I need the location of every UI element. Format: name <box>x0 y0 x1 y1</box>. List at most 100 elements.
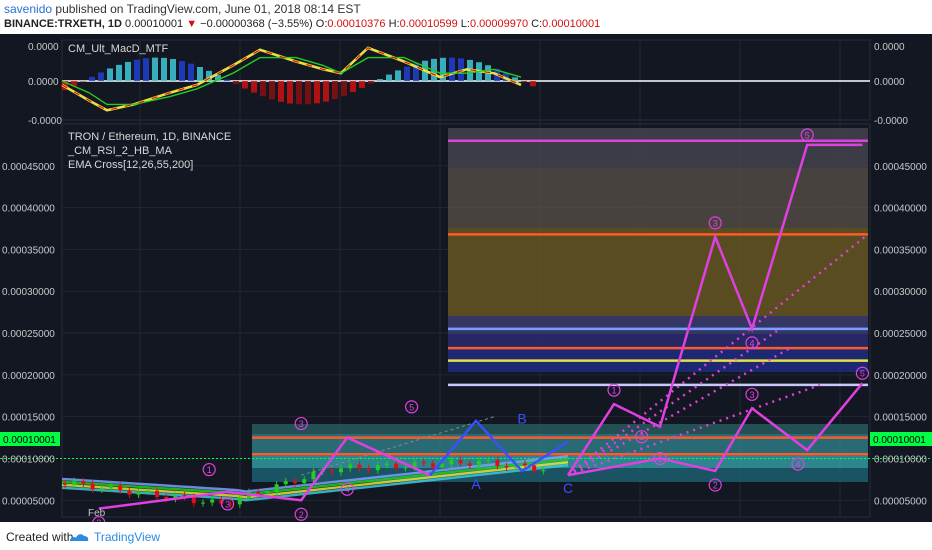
macd-histogram-bar <box>143 58 149 81</box>
symbol-label: BINANCE:TRXETH, 1D <box>4 18 122 30</box>
macd-legend[interactable]: CM_Ult_MacD_MTF <box>68 43 169 55</box>
candle-body <box>145 490 150 492</box>
wave-label-number: 4 <box>749 338 754 348</box>
macd-histogram-bar <box>152 57 158 81</box>
y-tick-left: 0.00015000 <box>2 413 55 424</box>
y-tick-left: 0.00020000 <box>2 371 55 382</box>
trading-chart[interactable]: 23123451213243545ABC 0.000450000.0004500… <box>0 34 932 522</box>
low-value: 0.00009970 <box>469 18 529 30</box>
candle-body <box>394 463 399 469</box>
candle-body <box>366 468 371 471</box>
candle-body <box>523 463 527 466</box>
candle-body <box>136 491 141 495</box>
y-tick-left: 0.00045000 <box>2 162 55 173</box>
x-tick-feb: Feb <box>88 508 106 519</box>
wave-label-number: 5 <box>805 130 810 140</box>
macd-tick-left: -0.0000 <box>28 116 62 127</box>
macd-histogram-bar <box>161 57 167 81</box>
last-price-left-text: 0.00010001 <box>3 435 56 446</box>
y-tick-left: 0.00040000 <box>2 204 55 215</box>
tradingview-brand-link[interactable]: TradingView <box>94 530 160 544</box>
wave-label-number: 4 <box>345 485 350 495</box>
macd-histogram-bar <box>89 76 95 81</box>
candle-body <box>486 460 491 462</box>
candle-body <box>63 483 67 485</box>
candle-body <box>237 497 242 505</box>
candle-body <box>541 470 546 472</box>
macd-histogram-bar <box>341 81 347 96</box>
candle-body <box>72 481 77 485</box>
close-label: C: <box>531 18 543 30</box>
macd-histogram-bar <box>359 81 365 88</box>
y-tick-left: 0.00035000 <box>2 245 55 256</box>
macd-histogram-bar <box>224 79 230 81</box>
candle-body <box>495 460 500 467</box>
candle-body <box>274 484 279 493</box>
macd-histogram-bar <box>530 81 536 87</box>
y-tick-right: 0.00010000 <box>874 454 927 465</box>
wave-label-number: 3 <box>749 390 754 400</box>
created-with-text: Created with <box>6 530 74 544</box>
candle-body <box>191 496 196 504</box>
author-link[interactable]: savenido <box>4 2 52 16</box>
macd-tick-left: 0.0000 <box>28 77 59 88</box>
candle-body <box>431 463 435 468</box>
candle-body <box>118 485 123 491</box>
wave-label-number: 1 <box>657 454 662 464</box>
macd-histogram-bar <box>170 59 176 81</box>
y-tick-right: 0.00025000 <box>874 329 927 340</box>
y-tick-left: 0.00025000 <box>2 329 55 340</box>
wave-label-number: 2 <box>713 481 718 491</box>
macd-histogram-bar <box>251 81 257 93</box>
macd-histogram-bar <box>395 70 401 81</box>
y-tick-left: 0.00010000 <box>2 454 55 465</box>
high-value: 0.00010599 <box>399 18 458 30</box>
candle-body <box>201 502 205 504</box>
macd-histogram-bar <box>125 61 131 81</box>
candle-body <box>375 465 380 471</box>
candle-body <box>99 488 104 490</box>
open-label: O: <box>315 18 328 30</box>
wave-label-number: 1 <box>207 465 212 475</box>
candle-body <box>210 499 215 503</box>
macd-histogram-bar <box>449 57 455 81</box>
y-tick-left: 0.00005000 <box>2 496 55 507</box>
wave-label-number: 5 <box>860 369 865 379</box>
rsi-legend[interactable]: _CM_RSI_2_HB_MA <box>67 145 173 157</box>
macd-histogram-bar <box>269 81 275 100</box>
macd-tick-right: 0.0000 <box>874 77 905 88</box>
candle-body <box>81 481 86 484</box>
wave-label-letter: B <box>517 411 526 427</box>
zone-gray-brown <box>448 168 868 228</box>
wave-label-letter: A <box>471 476 481 492</box>
main-title-legend[interactable]: TRON / Ethereum, 1D, BINANCE <box>68 131 231 143</box>
candle-body <box>155 490 159 497</box>
macd-histogram-bar <box>260 81 266 97</box>
candle-body <box>357 464 362 469</box>
y-tick-left: 0.00030000 <box>2 287 55 298</box>
wave-label-letter: C <box>563 480 573 496</box>
macd-histogram-bar <box>350 81 356 93</box>
candle-body <box>302 479 307 484</box>
macd-histogram-bar <box>368 81 374 84</box>
macd-histogram-bar <box>107 68 113 81</box>
candle-body <box>385 463 389 466</box>
y-tick-right: 0.00045000 <box>874 162 927 173</box>
candle-body <box>504 466 509 468</box>
last-price-text: 0.00010001 <box>125 18 184 30</box>
wave-label-number: 2 <box>299 510 304 520</box>
last-price-right-text: 0.00010001 <box>873 435 926 446</box>
candle-body <box>532 465 537 472</box>
y-tick-right: 0.00030000 <box>874 287 927 298</box>
macd-histogram-bar <box>296 81 302 105</box>
candle-body <box>449 460 454 465</box>
macd-histogram-bar <box>377 79 383 81</box>
macd-tick-left: 0.0000 <box>28 42 59 53</box>
wave-label-number: 2 <box>639 432 644 442</box>
down-arrow-icon: ▼ <box>186 18 198 30</box>
candle-body <box>403 467 408 469</box>
zone-olive <box>448 228 868 316</box>
wave-label-number: 3 <box>225 499 230 509</box>
macd-tick-right: -0.0000 <box>874 116 908 127</box>
ema-legend[interactable]: EMA Cross[12,26,55,200] <box>68 159 193 171</box>
